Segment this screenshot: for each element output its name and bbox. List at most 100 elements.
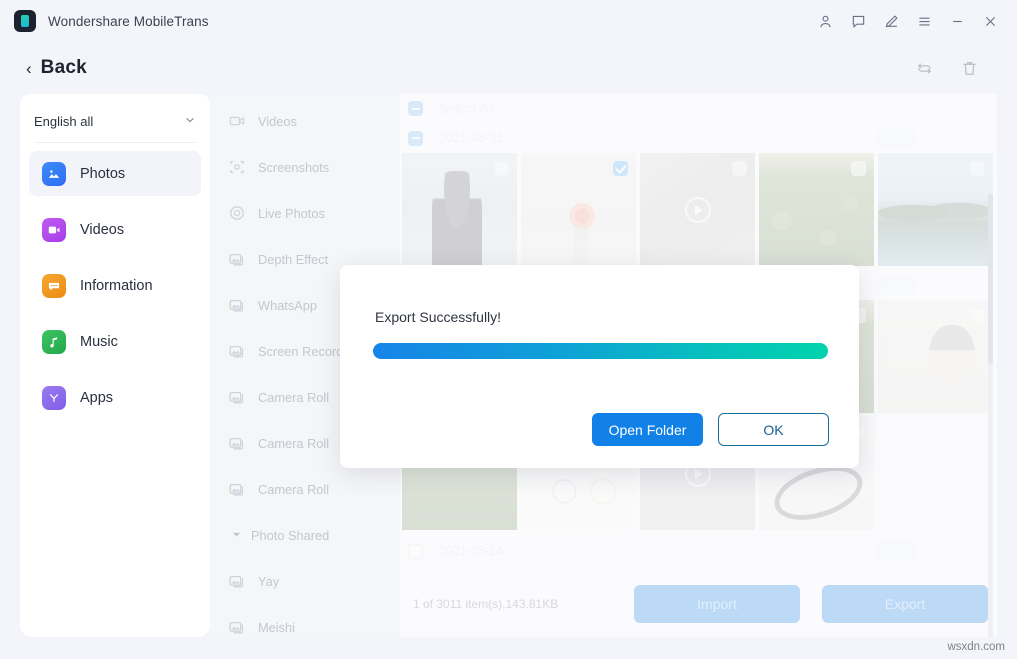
album-icon <box>228 572 246 590</box>
category-label: WhatsApp <box>258 298 317 313</box>
date-group-header-3[interactable]: 2021-05-14 3 <box>400 536 997 566</box>
thumb-flowers[interactable] <box>521 153 636 266</box>
category-item-meishi[interactable]: Meishi <box>210 604 400 650</box>
category-label: Camera Roll <box>258 390 329 405</box>
album-icon <box>228 388 246 406</box>
category-label: Depth Effect <box>258 252 328 267</box>
progress-bar <box>373 343 828 359</box>
category-item-videos[interactable]: Videos <box>210 98 400 144</box>
sidebar-nav: Photos Videos Information Music <box>20 143 210 420</box>
thumb-beach[interactable] <box>878 153 993 266</box>
thumb-person[interactable] <box>402 153 517 266</box>
album-icon <box>228 618 246 636</box>
thumb-checkbox[interactable] <box>851 161 866 176</box>
category-label: Camera Roll <box>258 436 329 451</box>
watermark: wsxdn.com <box>947 641 1005 653</box>
status-text: 1 of 3011 item(s),143.81KB <box>413 597 558 611</box>
screenshot-icon <box>228 158 246 176</box>
category-label: Photo Shared <box>251 528 329 543</box>
menu-icon[interactable] <box>909 6 939 36</box>
apps-icon <box>42 386 66 410</box>
date-group-checkbox[interactable] <box>408 131 423 146</box>
select-all-row[interactable]: Select All <box>400 94 997 123</box>
title-bar: Wondershare MobileTrans <box>0 0 1017 42</box>
action-bar: 1 of 3011 item(s),143.81KB Import Export <box>400 571 997 637</box>
category-item-live-photos[interactable]: Live Photos <box>210 190 400 236</box>
thumb-checkbox[interactable] <box>970 161 985 176</box>
date-group-count: 3 <box>877 541 915 561</box>
select-all-label: Select All <box>439 101 495 116</box>
sidebar-label-photos: Photos <box>80 166 125 182</box>
select-all-checkbox[interactable] <box>408 101 423 116</box>
sidebar: English all Photos Videos <box>20 94 210 637</box>
chevron-down-icon <box>184 114 196 129</box>
sidebar-item-music[interactable]: Music <box>29 319 201 364</box>
account-icon[interactable] <box>810 6 840 36</box>
app-window: Wondershare MobileTrans <box>0 0 1017 659</box>
category-label: Camera Roll <box>258 482 329 497</box>
category-item-yay[interactable]: Yay <box>210 558 400 604</box>
photos-icon <box>42 162 66 186</box>
thumb-checkbox[interactable] <box>613 161 628 176</box>
sidebar-label-information: Information <box>80 278 153 294</box>
open-folder-button[interactable]: Open Folder <box>592 413 703 446</box>
sidebar-label-videos: Videos <box>80 222 124 238</box>
thumb-checkbox[interactable] <box>494 161 509 176</box>
thumbnail-row-1 <box>400 153 997 266</box>
play-icon <box>685 197 711 223</box>
sidebar-label-apps: Apps <box>80 390 113 406</box>
thumb-video[interactable] <box>640 153 755 266</box>
thumb-checkbox[interactable] <box>970 308 985 323</box>
ok-button[interactable]: OK <box>718 413 829 446</box>
mobiletrans-logo-icon <box>14 10 36 32</box>
video-camera-icon <box>228 112 246 130</box>
sidebar-item-photos[interactable]: Photos <box>29 151 201 196</box>
information-icon <box>42 274 66 298</box>
date-group-header[interactable]: 2021-08-31 5 <box>400 123 997 153</box>
sidebar-label-music: Music <box>80 334 118 350</box>
close-icon[interactable] <box>975 6 1005 36</box>
date-group-count: 5 <box>877 128 915 148</box>
sidebar-item-information[interactable]: Information <box>29 263 201 308</box>
category-label: Screenshots <box>258 160 329 175</box>
category-item-camera-roll-3[interactable]: Camera Roll <box>210 466 400 512</box>
edit-icon[interactable] <box>876 6 906 36</box>
album-icon <box>228 250 246 268</box>
videos-icon <box>42 218 66 242</box>
trash-icon[interactable] <box>960 59 979 78</box>
category-item-screenshots[interactable]: Screenshots <box>210 144 400 190</box>
album-icon <box>228 342 246 360</box>
category-label: Videos <box>258 114 297 129</box>
thumb-checkbox[interactable] <box>732 161 747 176</box>
sidebar-item-apps[interactable]: Apps <box>29 375 201 420</box>
album-icon <box>228 296 246 314</box>
date-group-count: 9 <box>877 275 915 295</box>
thumb-field[interactable] <box>759 153 874 266</box>
app-title: Wondershare MobileTrans <box>48 14 209 29</box>
thumb-totoro[interactable] <box>878 300 993 413</box>
music-icon <box>42 330 66 354</box>
dialog-actions: Open Folder OK <box>592 413 829 446</box>
date-group-checkbox[interactable] <box>408 544 423 559</box>
category-group-photo-shared[interactable]: Photo Shared <box>210 512 400 558</box>
import-button[interactable]: Import <box>634 585 800 623</box>
vertical-scrollbar[interactable] <box>988 194 993 637</box>
category-label: Meishi <box>258 620 295 635</box>
refresh-icon[interactable] <box>915 59 934 78</box>
export-button[interactable]: Export <box>822 585 988 623</box>
export-success-dialog: Export Successfully! Open Folder OK <box>340 265 859 468</box>
album-icon <box>228 480 246 498</box>
live-photo-icon <box>228 204 246 222</box>
minimize-icon[interactable] <box>942 6 972 36</box>
album-icon <box>228 434 246 452</box>
back-label: Back <box>41 57 87 79</box>
dialog-message: Export Successfully! <box>375 309 501 325</box>
category-label: Live Photos <box>258 206 325 221</box>
feedback-icon[interactable] <box>843 6 873 36</box>
category-label: Yay <box>258 574 279 589</box>
date-group-label: 2021-08-31 <box>439 131 503 145</box>
language-select[interactable]: English all <box>34 101 196 143</box>
sidebar-item-videos[interactable]: Videos <box>29 207 201 252</box>
back-button[interactable]: ‹ Back <box>26 57 87 79</box>
chevron-left-icon: ‹ <box>26 60 32 77</box>
